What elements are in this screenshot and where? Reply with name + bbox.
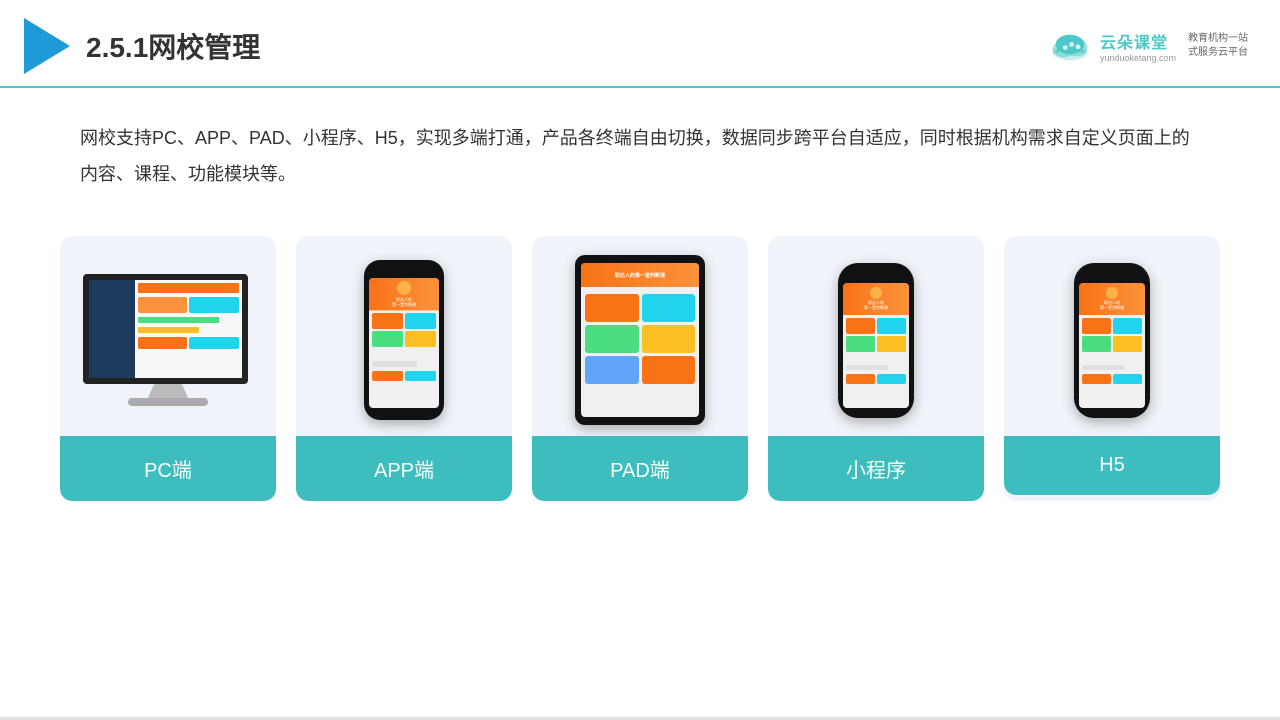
cards-container: PC端 职达人的第一堂判断课	[0, 208, 1280, 501]
card-pc-label: PC端	[60, 436, 276, 501]
brand-url: yunduoketang.com	[1100, 53, 1176, 63]
description-text: 网校支持PC、APP、PAD、小程序、H5，实现多端打通，产品各终端自由切换，数…	[0, 88, 1280, 208]
card-pc-image	[60, 236, 276, 436]
card-miniprogram-image: 职达人的第一堂判断课	[768, 236, 984, 436]
card-miniprogram: 职达人的第一堂判断课	[768, 236, 984, 501]
header-right: 云朵课堂 yunduoketang.com 教育机构一站 式服务云平台	[1046, 29, 1248, 63]
card-pad: 职达人的第一堂判断课 PAD端	[532, 236, 748, 501]
page-title: 2.5.1网校管理	[86, 26, 260, 66]
brand-text: 云朵课堂 yunduoketang.com	[1100, 29, 1176, 63]
h5-phone-icon: 职达人的第一堂判断课	[1074, 263, 1150, 418]
cloud-icon	[1046, 30, 1094, 62]
brand-logo: 云朵课堂 yunduoketang.com 教育机构一站 式服务云平台	[1046, 29, 1248, 63]
brand-slogan: 教育机构一站 式服务云平台	[1188, 32, 1248, 60]
card-h5-label: H5	[1004, 436, 1220, 495]
pc-monitor-icon	[83, 274, 253, 406]
description-paragraph: 网校支持PC、APP、PAD、小程序、H5，实现多端打通，产品各终端自由切换，数…	[80, 120, 1200, 192]
card-pc: PC端	[60, 236, 276, 501]
card-app-image: 职达人的第一堂判断课	[296, 236, 512, 436]
app-phone-icon: 职达人的第一堂判断课	[364, 260, 444, 420]
card-app-label: APP端	[296, 436, 512, 501]
card-app: 职达人的第一堂判断课	[296, 236, 512, 501]
header-left: 2.5.1网校管理	[24, 18, 260, 74]
card-pad-label: PAD端	[532, 436, 748, 501]
header: 2.5.1网校管理 云朵课堂 yunduoketang.com 教育机构一站 式…	[0, 0, 1280, 88]
card-h5-image: 职达人的第一堂判断课	[1004, 236, 1220, 436]
pad-tablet-icon: 职达人的第一堂判断课	[575, 255, 705, 425]
card-h5: 职达人的第一堂判断课	[1004, 236, 1220, 501]
card-miniprogram-label: 小程序	[768, 436, 984, 501]
card-pad-image: 职达人的第一堂判断课	[532, 236, 748, 436]
brand-name: 云朵课堂	[1100, 29, 1168, 53]
logo-triangle-icon	[24, 18, 70, 74]
miniprogram-phone-icon: 职达人的第一堂判断课	[838, 263, 914, 418]
